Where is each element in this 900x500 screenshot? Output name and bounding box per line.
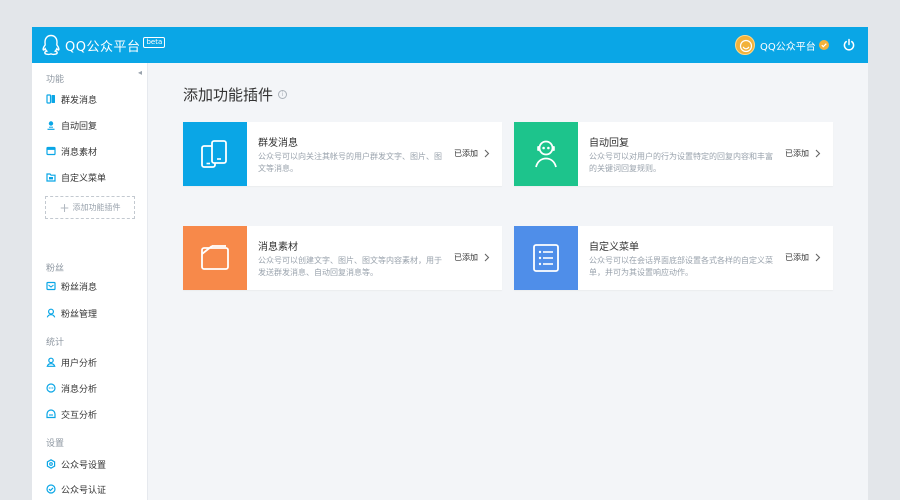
chevron-right-icon [484,253,490,262]
group-title-statistics: 统计 [46,338,65,348]
chevron-right-icon [484,149,490,158]
sidebar-item-label: 消息分析 [61,384,98,395]
sidebar-item-interaction-analysis[interactable]: 交互分析 [46,406,97,422]
chevron-right-icon [815,253,821,262]
folder-icon [201,245,229,270]
collapse-sidebar-icon[interactable]: ◂ [138,68,142,77]
sidebar-item-label: 消息素材 [61,147,98,158]
plugin-card-broadcast[interactable]: 群发消息 公众号可以向关注其帐号的用户群发文字、图片、图文等消息。 已添加 [183,122,502,186]
plugin-card-material[interactable]: 消息素材 公众号可以创建文字、图片、图文等内容素材，用于发送群发消息、自动回复消… [183,226,502,290]
page-title: 添加功能插件 i [183,84,288,105]
sidebar-item-label: 交互分析 [61,410,98,421]
auto-reply-icon [47,121,55,130]
card-title: 自定义菜单 [589,242,639,253]
group-title-fans: 粉丝 [46,264,65,274]
sidebar-item-material[interactable]: 消息素材 [46,143,97,159]
brand-logo[interactable]: QQ公众平台 beta [41,34,166,56]
plugin-card-auto-reply[interactable]: 自动回复 公众号可以对用户的行为设置特定的回复内容和丰富的关键词回复规则。 已添… [514,122,833,186]
card-icon-tile [183,226,247,290]
card-title: 群发消息 [258,138,298,149]
sidebar-item-auto-reply[interactable]: 自动回复 [46,117,97,133]
phone-icon [201,140,227,168]
info-icon[interactable]: i [278,90,288,99]
plus-icon: + [59,200,70,215]
sidebar-item-account-verification[interactable]: 公众号认证 [46,481,106,497]
sidebar-item-label: 公众号设置 [61,460,107,471]
broadcast-icon [46,94,55,104]
menu-icon [46,173,56,182]
robot-icon [535,140,557,168]
top-bar: QQ公众平台 beta QQ公众平台 [32,27,868,63]
status-label: 已添加 [454,149,478,158]
card-icon-tile [514,122,578,186]
sidebar-item-label: 群发消息 [61,95,98,106]
card-status[interactable]: 已添加 [785,148,821,159]
sidebar-item-label: 自定义菜单 [61,173,107,184]
smile-icon [739,39,753,53]
card-status[interactable]: 已添加 [785,252,821,263]
message-analysis-icon [46,383,56,393]
brand-name: QQ公众平台 [65,39,141,55]
sidebar-item-label: 自动回复 [61,121,98,132]
card-icon-tile [183,122,247,186]
card-description: 公众号可以在会话界面底部设置各式各样的自定义菜单，并可为其设置响应动作。 [589,256,773,277]
card-status[interactable]: 已添加 [454,148,490,159]
interaction-analysis-icon [46,409,56,419]
verify-icon [46,484,56,494]
add-plugin-label: 添加功能插件 [72,203,121,212]
verified-badge-icon [818,40,829,50]
qq-penguin-icon [42,34,60,56]
avatar[interactable] [735,35,755,55]
logout-power-icon[interactable] [842,38,856,52]
card-title: 自动回复 [589,138,629,149]
group-title-features: 功能 [46,75,65,85]
settings-icon [46,459,56,469]
app-window: QQ公众平台 beta QQ公众平台 ◂ 功能 群发消息 自动回复 消息素材 自… [32,27,868,500]
account-menu[interactable]: QQ公众平台 [735,35,829,55]
status-label: 已添加 [785,149,809,158]
sidebar-item-broadcast[interactable]: 群发消息 [46,91,97,107]
status-label: 已添加 [785,253,809,262]
sidebar: ◂ 功能 群发消息 自动回复 消息素材 自定义菜单 + 添加功能插件 粉丝 粉丝… [32,63,148,500]
sidebar-item-user-analysis[interactable]: 用户分析 [46,354,97,370]
user-analysis-icon [46,357,56,367]
card-status[interactable]: 已添加 [454,252,490,263]
fan-manage-icon [46,308,56,318]
sidebar-item-label: 用户分析 [61,358,98,369]
sidebar-item-custom-menu[interactable]: 自定义菜单 [46,169,106,185]
sidebar-item-label: 公众号认证 [61,485,107,496]
add-plugin-button[interactable]: + 添加功能插件 [45,196,135,219]
card-title: 消息素材 [258,242,298,253]
group-title-settings: 设置 [46,439,65,449]
account-name: QQ公众平台 [760,41,816,53]
sidebar-item-label: 粉丝消息 [61,282,98,293]
card-description: 公众号可以创建文字、图片、图文等内容素材，用于发送群发消息、自动回复消息等。 [258,256,442,277]
card-icon-tile [514,226,578,290]
chevron-right-icon [815,149,821,158]
material-icon [46,146,56,156]
list-icon [533,244,559,272]
card-description: 公众号可以对用户的行为设置特定的回复内容和丰富的关键词回复规则。 [589,152,773,173]
sidebar-item-account-settings[interactable]: 公众号设置 [46,456,106,472]
status-label: 已添加 [454,253,478,262]
card-description: 公众号可以向关注其帐号的用户群发文字、图片、图文等消息。 [258,152,442,173]
plugin-card-custom-menu[interactable]: 自定义菜单 公众号可以在会话界面底部设置各式各样的自定义菜单，并可为其设置响应动… [514,226,833,290]
sidebar-item-fan-messages[interactable]: 粉丝消息 [46,278,97,294]
fan-message-icon [46,281,56,291]
page-title-text: 添加功能插件 [183,86,274,104]
beta-badge: beta [143,36,166,48]
sidebar-item-fan-management[interactable]: 粉丝管理 [46,305,97,321]
sidebar-item-label: 粉丝管理 [61,309,98,320]
main-content: 添加功能插件 i 群发消息 公众号可以向关注其帐号的用户群发文字、图片、图文等消… [149,63,868,500]
sidebar-item-message-analysis[interactable]: 消息分析 [46,380,97,396]
